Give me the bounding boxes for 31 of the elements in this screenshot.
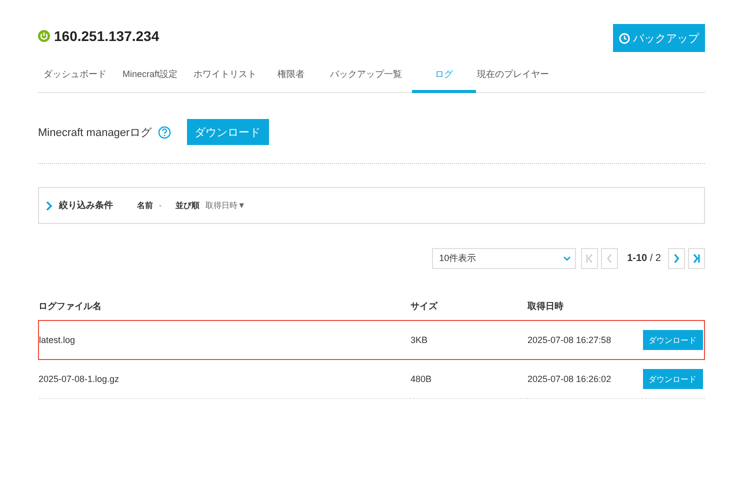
- server-title: 160.251.137.234: [54, 28, 160, 44]
- next-page-button[interactable]: [668, 248, 685, 269]
- name-label: 名前: [137, 200, 153, 211]
- chevron-icon[interactable]: [45, 200, 53, 210]
- help-icon[interactable]: [158, 126, 171, 138]
- table-cell: latest.log: [39, 335, 76, 345]
- tab[interactable]: バックアップ一覧: [320, 60, 412, 93]
- column-header: サイズ: [410, 293, 526, 320]
- table-cell: 2025-07-08 16:27:58: [528, 335, 612, 345]
- column-header: ログファイル名: [38, 293, 410, 320]
- table-cell: 3KB: [410, 335, 428, 345]
- name-value: -: [159, 201, 162, 210]
- table-cell: 2025-07-08-1.log.gz: [38, 374, 120, 384]
- filter-label[interactable]: 絞り込み条件: [59, 199, 113, 212]
- tab[interactable]: Minecraft設定: [112, 60, 188, 93]
- tab[interactable]: 権限者: [262, 60, 320, 93]
- tab[interactable]: 現在のプレイヤー: [476, 60, 550, 93]
- sort-value[interactable]: 取得日時▼: [206, 200, 246, 211]
- page-size-select[interactable]: 10件表示: [432, 248, 576, 269]
- table-cell: 480B: [410, 374, 432, 384]
- section-title: Minecraft managerログ: [38, 126, 152, 140]
- table-cell: 2025-07-08 16:26:02: [528, 374, 612, 384]
- tab[interactable]: ホワイトリスト: [188, 60, 262, 93]
- power-icon: [38, 30, 50, 42]
- column-header: 取得日時: [526, 293, 642, 320]
- tab[interactable]: ダッシュボード: [38, 60, 112, 93]
- clock-icon: [619, 32, 630, 44]
- last-page-button[interactable]: [688, 248, 705, 269]
- page-range: 1-10 / 2: [626, 253, 662, 264]
- sort-label: 並び順: [176, 200, 200, 211]
- caret-icon: [563, 256, 572, 262]
